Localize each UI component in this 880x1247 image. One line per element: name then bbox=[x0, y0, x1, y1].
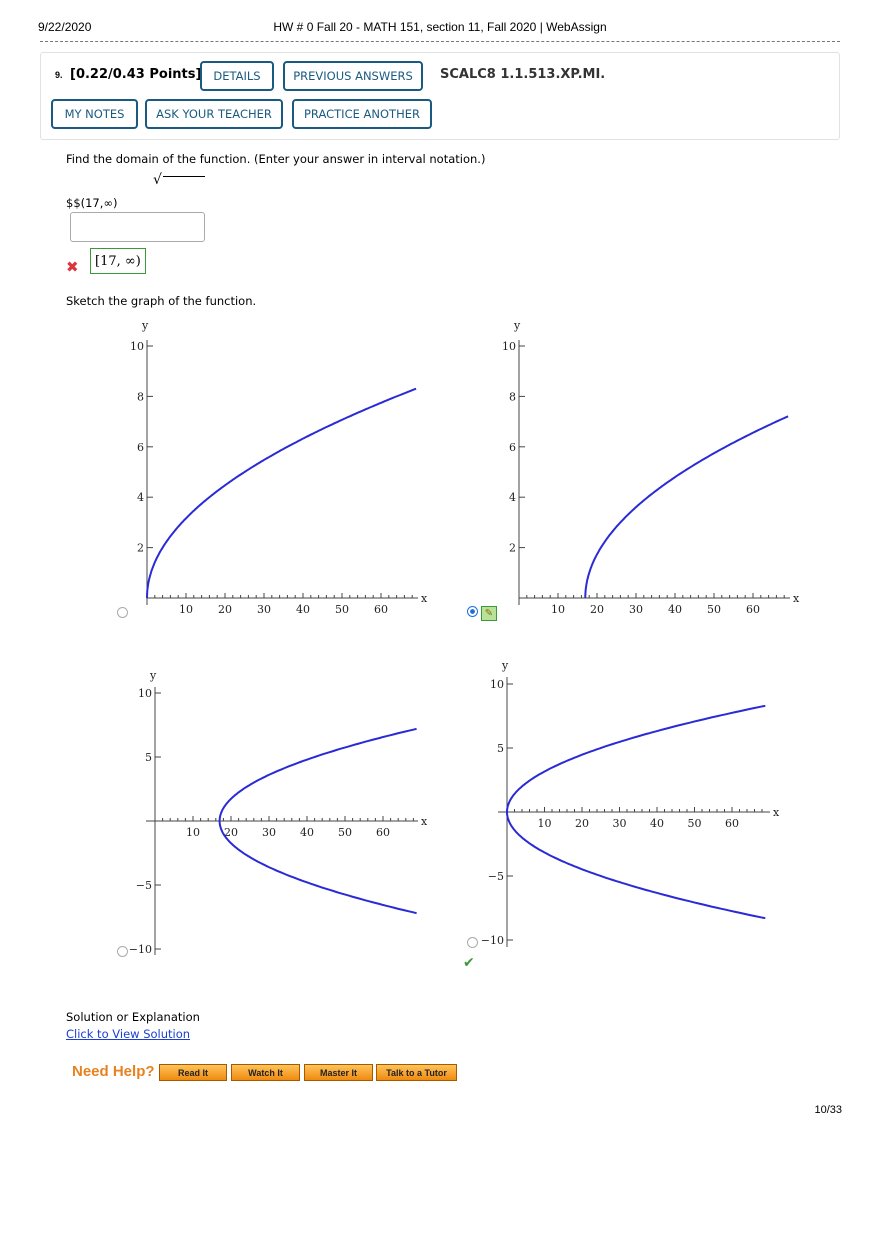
my-notes-button[interactable]: MY NOTES bbox=[51, 99, 138, 129]
question-points: [0.22/0.43 Points] bbox=[70, 67, 202, 82]
x-tick-label: 20 bbox=[218, 603, 232, 616]
x-tick-label: 20 bbox=[590, 603, 604, 616]
read-it-button[interactable]: Read It bbox=[159, 1064, 227, 1081]
previous-answers-button[interactable]: PREVIOUS ANSWERS bbox=[283, 61, 423, 91]
x-axis-label: x bbox=[421, 592, 428, 605]
page-title: HW # 0 Fall 20 - MATH 151, section 11, F… bbox=[273, 20, 607, 34]
x-tick-label: 60 bbox=[725, 817, 739, 830]
x-tick-label: 50 bbox=[335, 603, 349, 616]
incorrect-x-icon: ✖ bbox=[66, 258, 79, 276]
y-tick-label: 8 bbox=[137, 390, 144, 403]
x-ticks: 10 20 30 40 50 60 bbox=[514, 807, 763, 830]
x-tick-label: 30 bbox=[613, 817, 627, 830]
y-axis-label: y bbox=[513, 319, 521, 332]
y-tick-label: 4 bbox=[509, 491, 516, 504]
x-tick-label: 40 bbox=[300, 826, 314, 839]
need-help-label: Need Help? bbox=[72, 1063, 155, 1080]
correct-check-icon: ✔ bbox=[463, 955, 475, 971]
x-axis-label: x bbox=[773, 806, 780, 819]
x-ticks: 10 20 30 40 50 60 bbox=[526, 593, 785, 616]
y-tick-label: −5 bbox=[136, 879, 152, 892]
header-divider bbox=[40, 41, 840, 42]
radical-vinculum bbox=[163, 176, 205, 177]
correct-answer-display: [17, ∞) bbox=[90, 248, 146, 274]
y-tick-label: 5 bbox=[145, 751, 152, 764]
y-tick-label: −5 bbox=[488, 870, 504, 883]
page-number: 10/33 bbox=[814, 1104, 842, 1116]
x-tick-label: 10 bbox=[179, 603, 193, 616]
x-tick-label: 10 bbox=[551, 603, 565, 616]
radical-symbol: √ bbox=[153, 172, 162, 188]
y-tick-label: 8 bbox=[509, 390, 516, 403]
x-ticks: 10 20 30 40 50 60 bbox=[162, 816, 414, 839]
domain-prompt: Find the domain of the function. (Enter … bbox=[66, 152, 486, 166]
y-axis-label: y bbox=[149, 669, 157, 682]
y-ticks: 2 4 6 8 10 bbox=[502, 340, 525, 555]
x-ticks: 10 20 30 40 50 60 bbox=[154, 593, 413, 616]
option-1-radio[interactable] bbox=[117, 607, 128, 618]
y-tick-label: 6 bbox=[137, 441, 144, 454]
x-axis-label: x bbox=[421, 815, 428, 828]
y-tick-label: 10 bbox=[490, 678, 504, 691]
y-axis-label: y bbox=[501, 659, 509, 672]
x-tick-label: 50 bbox=[688, 817, 702, 830]
x-tick-label: 20 bbox=[575, 817, 589, 830]
master-it-button[interactable]: Master It bbox=[304, 1064, 373, 1081]
x-tick-label: 50 bbox=[338, 826, 352, 839]
y-tick-label: 10 bbox=[502, 340, 516, 353]
x-tick-label: 30 bbox=[629, 603, 643, 616]
x-tick-label: 50 bbox=[707, 603, 721, 616]
x-tick-label: 40 bbox=[668, 603, 682, 616]
graph-option-2: y x 10 20 30 40 50 60 2 4 6 8 10 bbox=[502, 319, 800, 616]
x-tick-label: 10 bbox=[538, 817, 552, 830]
watch-it-button[interactable]: Watch It bbox=[231, 1064, 300, 1081]
graph-option-3: y x 10 20 30 40 50 60 −10−5510 bbox=[129, 669, 428, 956]
solution-label: Solution or Explanation bbox=[66, 1010, 200, 1024]
option-3-radio[interactable] bbox=[117, 946, 128, 957]
y-tick-label: 6 bbox=[509, 441, 516, 454]
ask-your-teacher-button[interactable]: ASK YOUR TEACHER bbox=[145, 99, 283, 129]
previous-answer-text: $$(17,∞) bbox=[66, 196, 118, 210]
graph-option-1: y x 10 20 30 40 50 60 2 4 6 8 10 bbox=[130, 319, 428, 616]
y-tick-label: −10 bbox=[481, 934, 504, 947]
x-axis-label: x bbox=[793, 592, 800, 605]
y-ticks: 2 4 6 8 10 bbox=[130, 340, 153, 555]
x-tick-label: 30 bbox=[257, 603, 271, 616]
x-tick-label: 40 bbox=[296, 603, 310, 616]
y-tick-label: −10 bbox=[129, 943, 152, 956]
curve-sqrt-x bbox=[146, 387, 417, 598]
x-tick-label: 30 bbox=[262, 826, 276, 839]
curve-sqrt-x-minus-17 bbox=[584, 415, 789, 598]
sketch-prompt: Sketch the graph of the function. bbox=[66, 294, 257, 308]
talk-to-tutor-button[interactable]: Talk to a Tutor bbox=[376, 1064, 457, 1081]
details-button[interactable]: DETAILS bbox=[200, 61, 274, 91]
view-solution-link[interactable]: Click to View Solution bbox=[66, 1027, 190, 1041]
y-axis-label: y bbox=[141, 319, 149, 332]
graph-option-4: y x 10 20 30 40 50 60 −10 −5 5 10 bbox=[481, 659, 780, 947]
option-2-radio[interactable] bbox=[467, 606, 478, 617]
question-code: SCALC8 1.1.513.XP.MI. bbox=[440, 67, 606, 82]
x-tick-label: 10 bbox=[186, 826, 200, 839]
y-tick-label: 2 bbox=[137, 542, 144, 555]
question-number: 9. bbox=[55, 70, 63, 80]
y-tick-label: 4 bbox=[137, 491, 144, 504]
y-tick-label: 2 bbox=[509, 542, 516, 555]
x-tick-label: 60 bbox=[746, 603, 760, 616]
y-tick-label: 5 bbox=[497, 742, 504, 755]
domain-answer-input[interactable] bbox=[70, 212, 205, 242]
option-4-radio[interactable] bbox=[467, 937, 478, 948]
pencil-icon[interactable]: ✎ bbox=[481, 606, 497, 621]
x-tick-label: 60 bbox=[374, 603, 388, 616]
x-tick-label: 40 bbox=[650, 817, 664, 830]
practice-another-button[interactable]: PRACTICE ANOTHER bbox=[292, 99, 432, 129]
y-tick-label: 10 bbox=[130, 340, 144, 353]
y-tick-label: 10 bbox=[138, 687, 152, 700]
x-tick-label: 60 bbox=[376, 826, 390, 839]
